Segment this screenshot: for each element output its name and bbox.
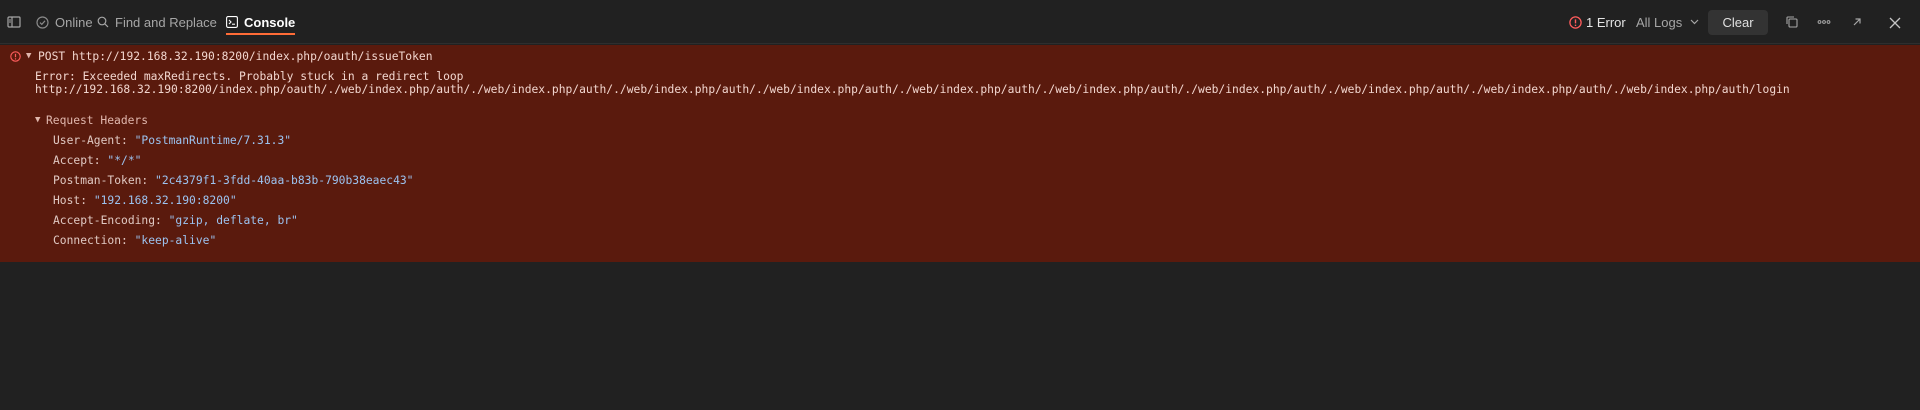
request-line[interactable]: POST http://192.168.32.190:8200/index.ph… [38, 49, 433, 65]
header-value: "PostmanRuntime/7.31.3" [134, 134, 292, 147]
header-value: "gzip, deflate, br" [168, 214, 298, 227]
chevron-down-icon [1690, 19, 1699, 25]
request-url: http://192.168.32.190:8200/index.php/oau… [72, 50, 433, 63]
header-row: Postman-Token: "2c4379f1-3fdd-40aa-b83b-… [53, 173, 413, 189]
header-key: Connection: [53, 234, 135, 247]
online-status[interactable]: Online [36, 0, 93, 44]
header-row: Accept: "*/*" [53, 153, 141, 169]
header-key: User-Agent: [53, 134, 135, 147]
header-value: "*/*" [107, 154, 142, 167]
copy-icon[interactable] [1785, 15, 1799, 29]
console-toolbar: Online Find and Replace Console 1 Error … [0, 0, 1920, 44]
close-icon[interactable] [1888, 16, 1902, 30]
console-icon [226, 16, 238, 28]
header-key: Accept-Encoding: [53, 214, 169, 227]
log-entry-error[interactable]: ▼ POST http://192.168.32.190:8200/index.… [0, 45, 1920, 262]
header-key: Accept: [53, 154, 108, 167]
header-value: "2c4379f1-3fdd-40aa-b83b-790b38eaec43" [155, 174, 414, 187]
search-icon [97, 16, 109, 28]
log-filter-label: All Logs [1636, 14, 1683, 30]
sidebar-icon[interactable] [7, 15, 21, 29]
header-row: Connection: "keep-alive" [53, 233, 216, 249]
caret-down-icon[interactable]: ▼ [35, 115, 40, 125]
error-icon [1569, 15, 1582, 29]
request-method: POST [38, 50, 66, 63]
log-filter-dropdown[interactable]: All Logs [1636, 0, 1699, 44]
error-count-filter[interactable]: 1 Error [1569, 0, 1626, 44]
request-headers-toggle[interactable]: Request Headers [46, 113, 148, 129]
header-row: Accept-Encoding: "gzip, deflate, br" [53, 213, 298, 229]
error-count-label: 1 Error [1586, 14, 1626, 30]
more-icon[interactable] [1817, 15, 1831, 29]
caret-down-icon[interactable]: ▼ [26, 51, 31, 61]
find-replace-label: Find and Replace [115, 14, 217, 30]
header-value: "keep-alive" [134, 234, 217, 247]
error-url: http://192.168.32.190:8200/index.php/oau… [35, 83, 1790, 96]
header-row: User-Agent: "PostmanRuntime/7.31.3" [53, 133, 291, 149]
error-icon [10, 51, 21, 65]
header-key: Postman-Token: [53, 174, 156, 187]
clear-button[interactable]: Clear [1708, 10, 1768, 35]
header-key: Host: [53, 194, 94, 207]
header-row: Host: "192.168.32.190:8200" [53, 193, 237, 209]
popout-icon[interactable] [1850, 15, 1864, 29]
online-check-icon [36, 15, 49, 29]
find-replace-button[interactable]: Find and Replace [97, 0, 217, 44]
tab-console[interactable]: Console [226, 0, 296, 44]
console-label: Console [244, 14, 296, 30]
header-value: "192.168.32.190:8200" [93, 194, 237, 207]
online-label: Online [55, 14, 93, 30]
